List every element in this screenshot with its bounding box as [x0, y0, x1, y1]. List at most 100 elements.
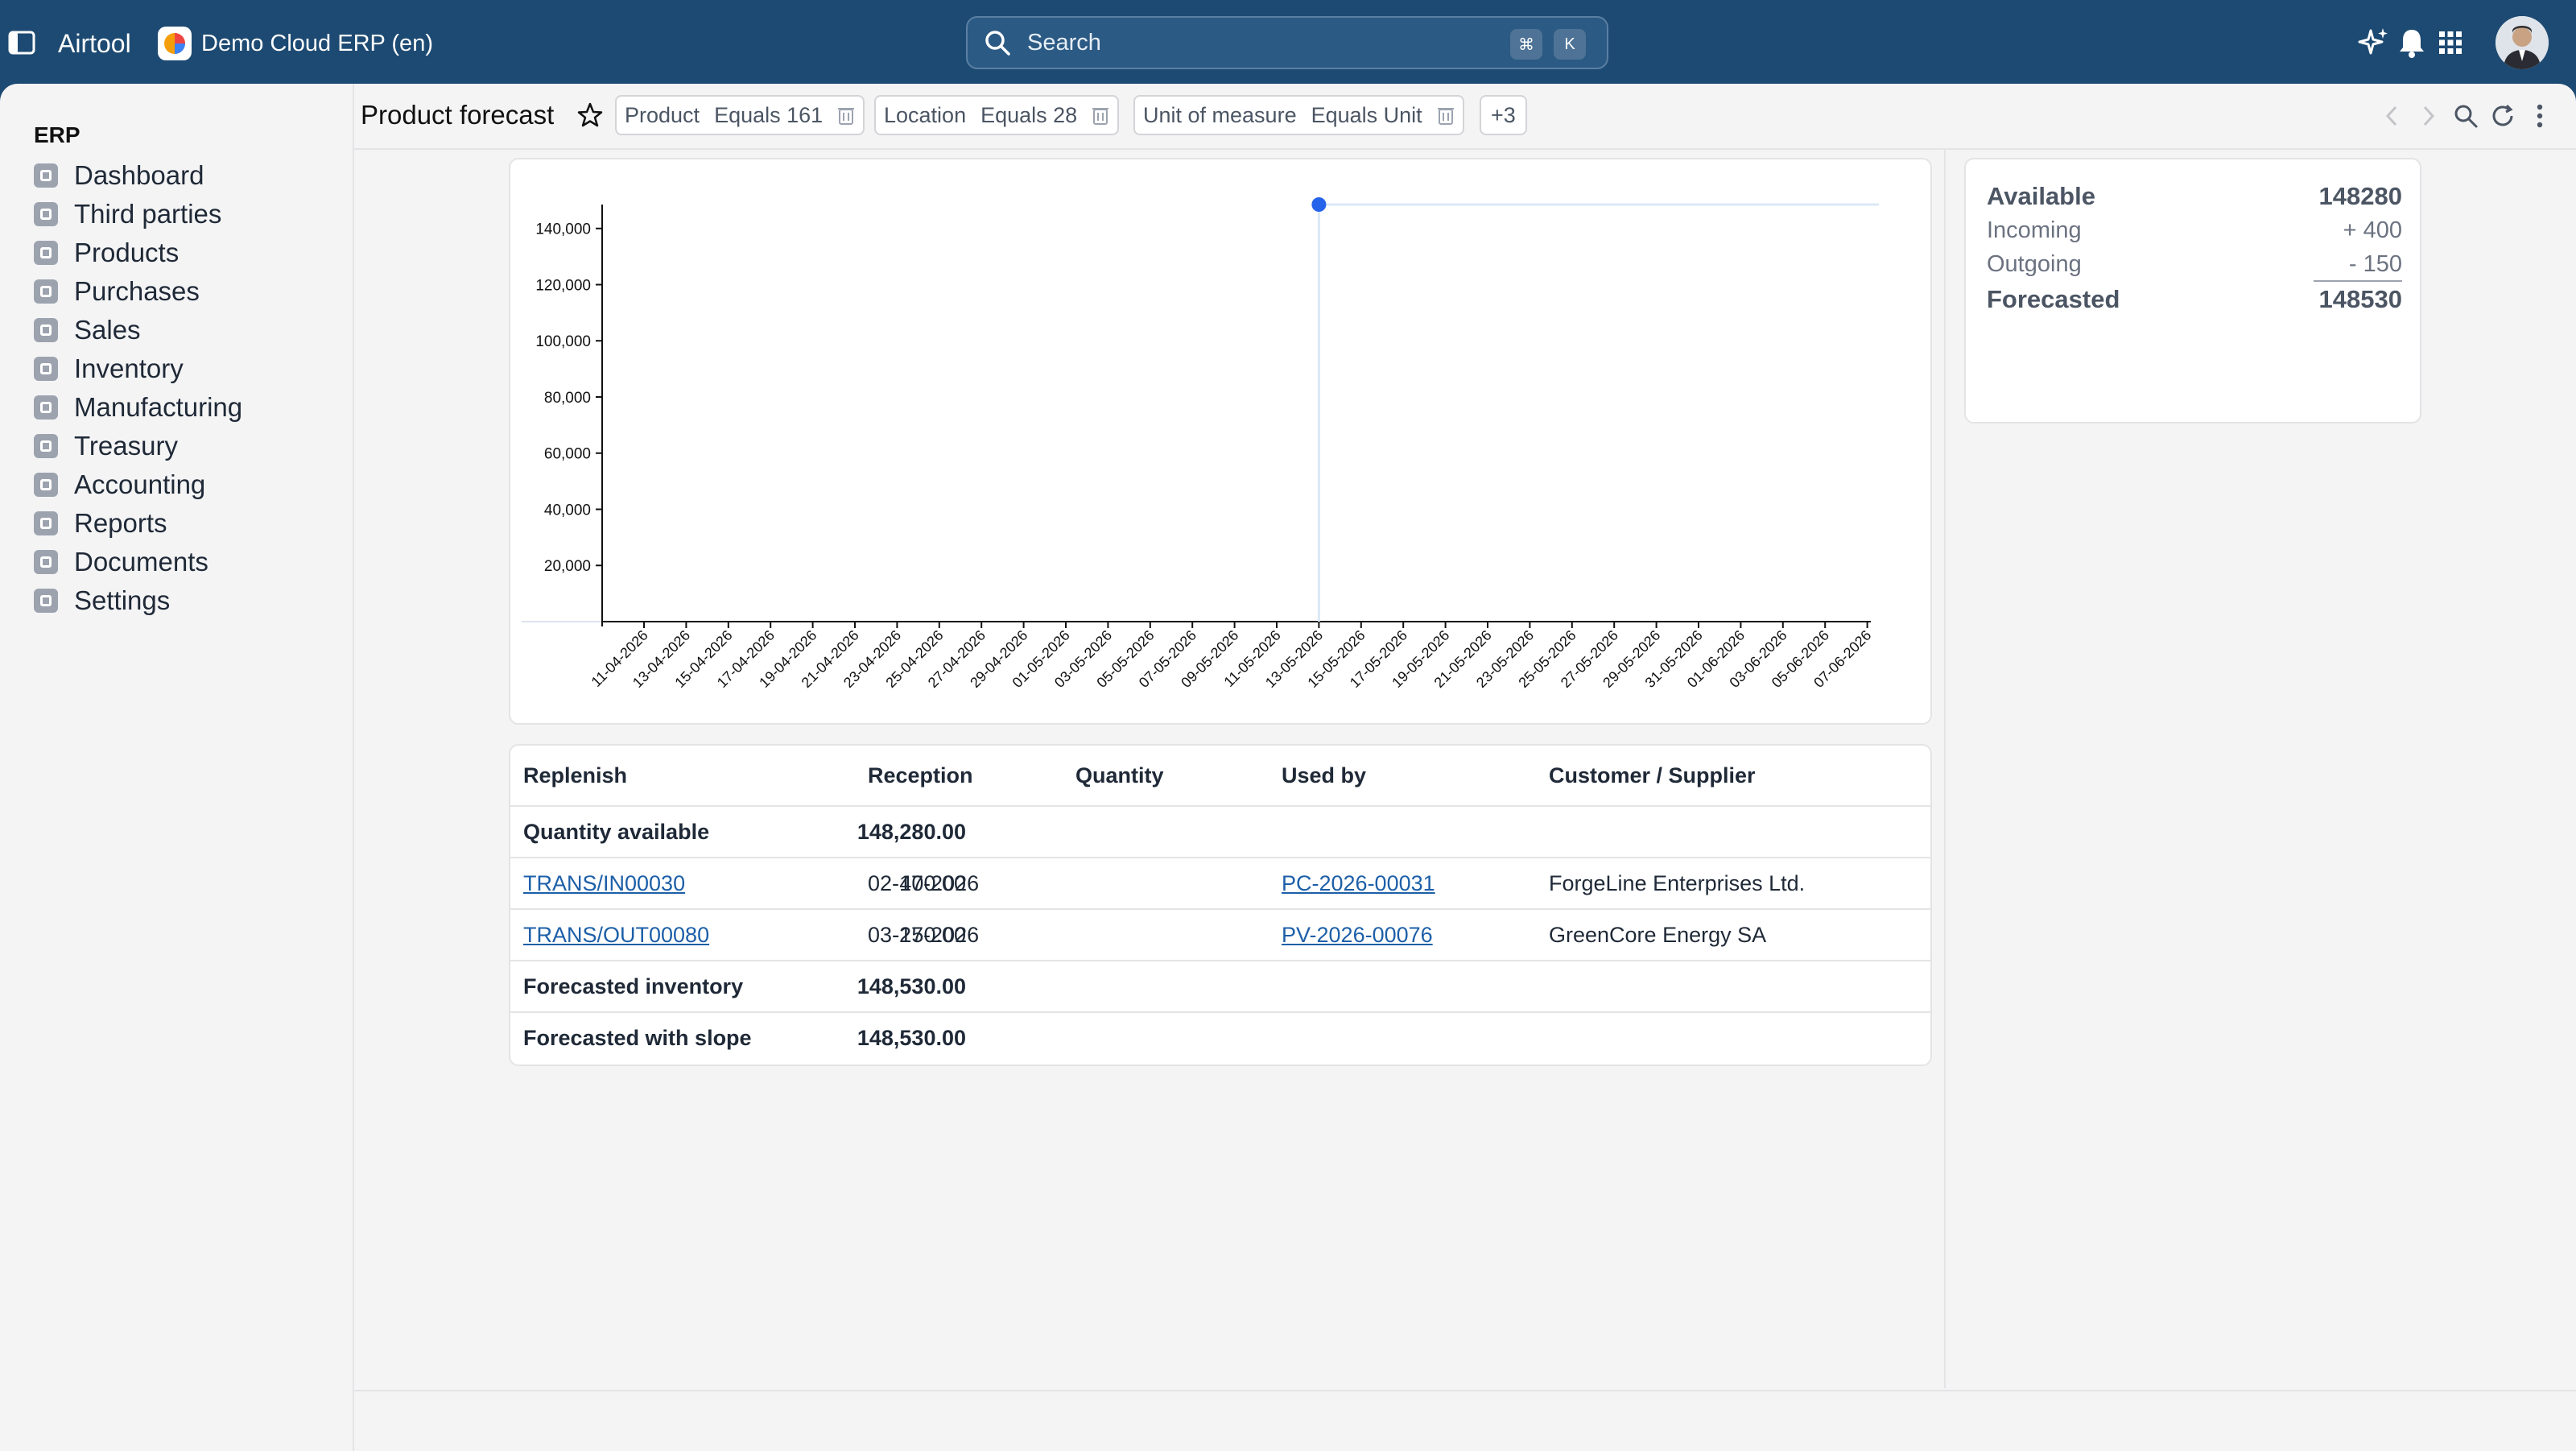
products-icon [34, 241, 58, 265]
table-row: TRANS/OUT00080 03-27-2026 -150.00 PV-202… [510, 908, 1930, 961]
sidebar-toggle-icon[interactable] [8, 31, 35, 55]
table-row: Quantity available 148,280.00 [510, 805, 1930, 858]
sidebar-item-inventory[interactable]: Inventory [34, 349, 184, 388]
cart-icon [34, 318, 58, 342]
summary-outgoing-row: Outgoing - 150 [1987, 251, 2402, 278]
replenish-cell: Forecasted with slope [523, 1026, 752, 1050]
folder-icon [34, 550, 58, 574]
shortcut-k-key: K [1554, 29, 1586, 60]
sidebar-item-documents[interactable]: Documents [34, 543, 208, 581]
sidebar-item-third-parties[interactable]: Third parties [34, 195, 221, 234]
summary-underline [2314, 280, 2402, 282]
sidebar: ERP Dashboard Third parties Products Pur… [0, 84, 354, 1451]
sidebar-item-treasury[interactable]: Treasury [34, 427, 178, 465]
dashboard-icon [34, 163, 58, 188]
search-icon[interactable] [2447, 98, 2484, 134]
ai-sparkle-icon[interactable] [2354, 23, 2392, 62]
replenish-cell: Quantity available [523, 820, 710, 844]
notifications-bell-icon[interactable] [2392, 23, 2431, 62]
sidebar-item-label: Inventory [74, 353, 184, 383]
person-icon [34, 202, 58, 226]
summary-value: 148280 [2318, 182, 2402, 210]
quantity-cell: 148,280.00 [857, 820, 966, 844]
summary-label: Available [1987, 182, 2095, 210]
summary-label: Incoming [1987, 217, 2082, 243]
quantity-cell: 148,530.00 [857, 1026, 966, 1050]
sidebar-item-label: Reports [74, 508, 167, 538]
more-options-icon[interactable] [2521, 98, 2558, 134]
filter-chip-unit-of-measure[interactable]: Unit of measure Equals Unit [1133, 95, 1464, 135]
summary-value: + 400 [2343, 217, 2402, 243]
factory-icon [34, 395, 58, 420]
summary-incoming-row: Incoming + 400 [1987, 217, 2402, 244]
user-avatar[interactable] [2496, 16, 2549, 69]
filter-chip-location[interactable]: Location Equals 28 [874, 95, 1120, 135]
trash-icon[interactable] [1092, 105, 1109, 126]
y-tick-label: 20,000 [544, 558, 591, 575]
previous-chevron-icon[interactable] [2373, 98, 2410, 134]
sidebar-item-label: Treasury [74, 431, 178, 461]
column-header: Customer / Supplier [1549, 763, 1756, 788]
report-icon [34, 511, 58, 535]
company-switcher[interactable]: Demo Cloud ERP (en) [158, 26, 433, 61]
sidebar-item-products[interactable]: Products [34, 234, 179, 272]
summary-label: Forecasted [1987, 285, 2120, 313]
filter-value: Equals 161 [714, 102, 824, 127]
filter-field: Product [625, 102, 700, 127]
table-row: Forecasted inventory 148,530.00 [510, 960, 1930, 1013]
replenish-link[interactable]: TRANS/IN00030 [523, 871, 685, 896]
filter-field: Unit of measure [1143, 102, 1297, 127]
sidebar-item-settings[interactable]: Settings [34, 581, 170, 620]
apps-grid-icon[interactable] [2431, 23, 2470, 62]
column-header: Replenish [523, 763, 628, 788]
sidebar-item-label: Dashboard [74, 160, 204, 190]
table-row: Forecasted with slope 148,530.00 [510, 1011, 1930, 1063]
y-tick-label: 60,000 [544, 446, 591, 463]
more-filters-button[interactable]: +3 [1480, 95, 1527, 135]
sidebar-item-label: Products [74, 238, 180, 267]
used-by-link[interactable]: PV-2026-00076 [1282, 923, 1433, 948]
used-by-link[interactable]: PC-2026-00031 [1282, 871, 1435, 896]
quantity-cell: 400.00 [899, 871, 966, 895]
page-header: Product forecast Product Equals 161 Loca… [354, 84, 2576, 150]
sidebar-item-accounting[interactable]: Accounting [34, 465, 205, 504]
global-search[interactable]: Search ⌘ K [966, 16, 1608, 69]
sidebar-item-label: Purchases [74, 276, 200, 306]
main-frame: ERP Dashboard Third parties Products Pur… [0, 84, 2576, 1451]
filter-field: Location [884, 102, 967, 127]
company-logo-icon [158, 27, 192, 60]
sidebar-item-label: Accounting [74, 469, 206, 499]
sidebar-item-label: Third parties [74, 199, 222, 229]
sidebar-item-sales[interactable]: Sales [34, 311, 141, 349]
bag-icon [34, 279, 58, 304]
filter-chip-product[interactable]: Product Equals 161 [615, 95, 865, 135]
footer-divider [354, 1390, 2576, 1391]
table-header: Replenish Reception Quantity Used by Cus… [510, 746, 1930, 807]
refresh-icon[interactable] [2484, 98, 2521, 134]
stock-summary-card: Available 148280 Incoming + 400 Outgoing… [1964, 158, 2421, 424]
column-header: Reception [868, 763, 973, 788]
sidebar-item-dashboard[interactable]: Dashboard [34, 156, 204, 195]
shortcut-cmd-key: ⌘ [1510, 29, 1542, 60]
sidebar-item-manufacturing[interactable]: Manufacturing [34, 388, 242, 427]
y-tick-label: 120,000 [535, 277, 591, 294]
party-cell: GreenCore Energy SA [1549, 923, 1767, 947]
replenish-link[interactable]: TRANS/OUT00080 [523, 923, 709, 948]
trash-icon[interactable] [1437, 105, 1455, 126]
forecast-chart[interactable]: 20,000 40,000 60,000 80,000 100,000 120,000 14… [510, 159, 1930, 723]
summary-value: 148530 [2318, 285, 2402, 313]
company-name: Demo Cloud ERP (en) [201, 30, 433, 56]
quantity-cell: 148,530.00 [857, 974, 966, 998]
forecast-table: Replenish Reception Quantity Used by Cus… [509, 744, 1932, 1066]
app-brand[interactable]: Airtool [58, 27, 131, 60]
page-title: Product forecast [361, 100, 555, 130]
y-tick-label: 100,000 [535, 333, 591, 350]
next-chevron-icon[interactable] [2410, 98, 2447, 134]
sidebar-item-reports[interactable]: Reports [34, 504, 167, 543]
sidebar-item-purchases[interactable]: Purchases [34, 272, 200, 311]
forecast-point [1311, 197, 1327, 212]
summary-available-row: Available 148280 [1987, 182, 2402, 211]
trash-icon[interactable] [837, 105, 855, 126]
ledger-icon [34, 473, 58, 497]
favorite-star-icon[interactable] [576, 101, 604, 129]
